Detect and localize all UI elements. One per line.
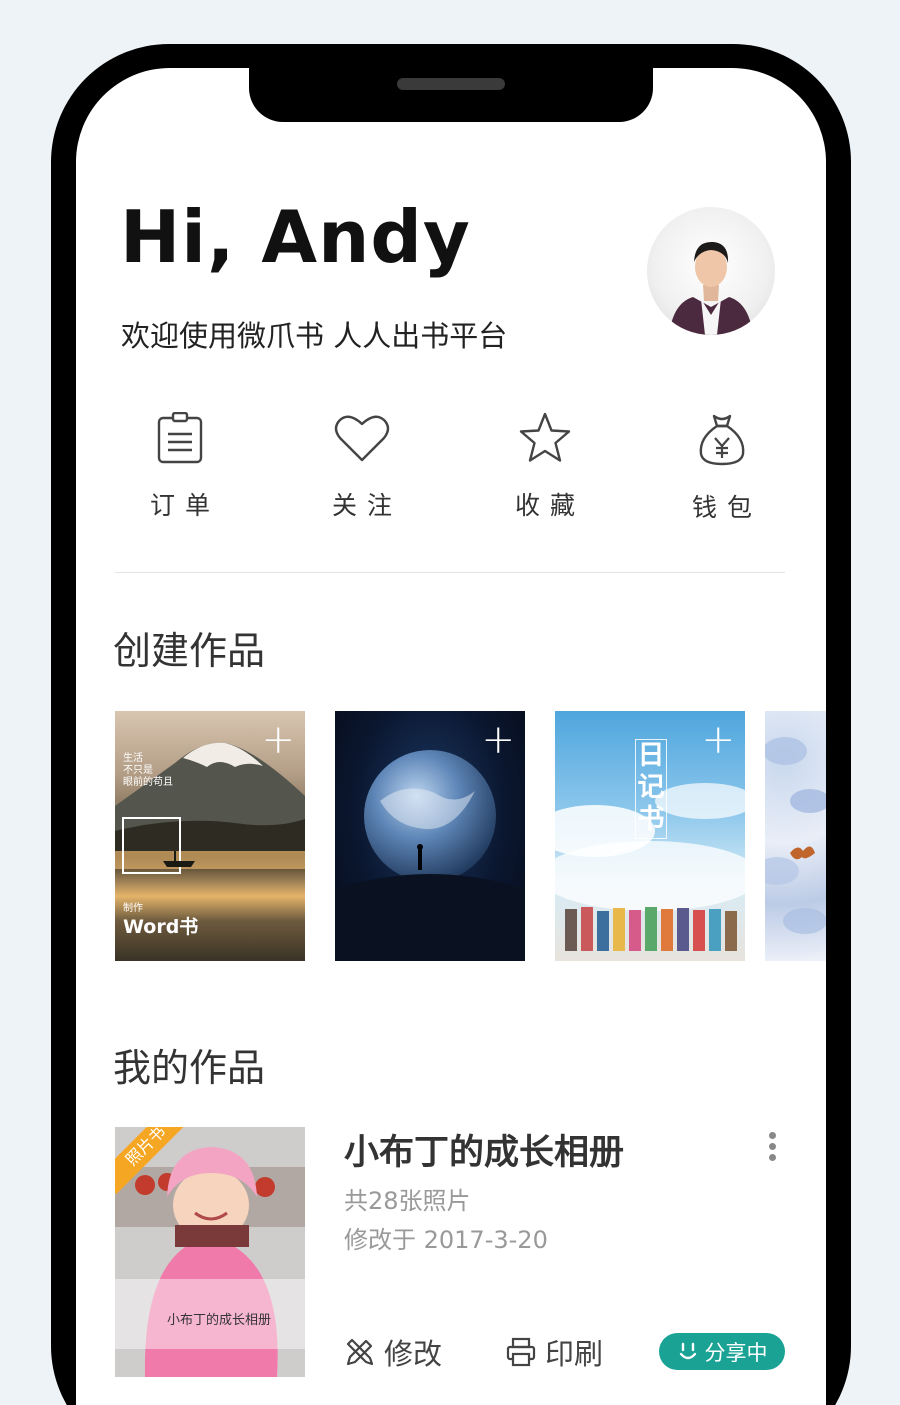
- quick-action-favorites[interactable]: 收藏: [475, 412, 615, 522]
- add-template-icon[interactable]: +: [701, 720, 735, 760]
- printer-icon: [506, 1337, 536, 1367]
- greeting-title: Hi, Andy: [120, 195, 471, 279]
- quick-action-label: 收藏: [514, 491, 585, 520]
- create-section-title: 创建作品: [113, 629, 266, 673]
- smile-icon: [679, 1342, 696, 1359]
- floral-illustration: [765, 737, 826, 934]
- money-bag-icon: [699, 414, 745, 466]
- share-status-button[interactable]: 分享中: [659, 1333, 785, 1370]
- heart-icon: [334, 415, 390, 462]
- more-options-icon[interactable]: [766, 1132, 778, 1165]
- template-card-earth[interactable]: +: [335, 711, 525, 961]
- edit-button[interactable]: 修改: [344, 1332, 442, 1372]
- template-caption: 生活 不只是 眼前的苟且: [123, 753, 173, 788]
- template-card-diary[interactable]: 日记书 +: [555, 711, 745, 961]
- share-label: 分享中: [704, 1340, 768, 1365]
- work-photo-count: 共28张照片: [344, 1187, 471, 1215]
- edit-icon: [346, 1338, 374, 1366]
- diary-vertical-title: 日记书: [635, 739, 667, 839]
- template-card-floral[interactable]: [765, 711, 826, 961]
- quick-action-orders[interactable]: 订单: [110, 412, 250, 522]
- quick-action-label: 钱包: [691, 493, 762, 522]
- section-divider: [115, 572, 785, 573]
- phone-notch: [249, 68, 653, 122]
- quick-action-wallet[interactable]: 钱包: [652, 412, 792, 524]
- works-section-title: 我的作品: [113, 1046, 266, 1090]
- work-cover[interactable]: 照片书 小布丁的成长相册: [115, 1127, 305, 1377]
- quick-action-follow[interactable]: 关注: [292, 412, 432, 522]
- avatar[interactable]: [647, 207, 775, 335]
- template-badge-big: Word书: [123, 916, 199, 938]
- print-button[interactable]: 印刷: [505, 1332, 603, 1372]
- cover-caption: 小布丁的成长相册: [167, 1313, 272, 1328]
- greeting-subtitle: 欢迎使用微爪书 人人出书平台: [121, 319, 508, 353]
- template-card-word-book[interactable]: 生活 不只是 眼前的苟且 制作 Word书 +: [115, 711, 305, 961]
- add-template-icon[interactable]: +: [261, 720, 295, 760]
- edit-label: 修改: [384, 1337, 443, 1371]
- work-title[interactable]: 小布丁的成长相册: [344, 1124, 624, 1175]
- quick-action-label: 关注: [331, 491, 402, 520]
- quick-action-label: 订单: [149, 491, 220, 520]
- star-icon: [519, 412, 571, 462]
- print-label: 印刷: [545, 1337, 604, 1371]
- phone-speaker: [397, 78, 505, 90]
- clipboard-icon: [157, 412, 203, 464]
- add-template-icon[interactable]: +: [481, 720, 515, 760]
- work-modified-date: 修改于 2017-3-20: [344, 1226, 548, 1254]
